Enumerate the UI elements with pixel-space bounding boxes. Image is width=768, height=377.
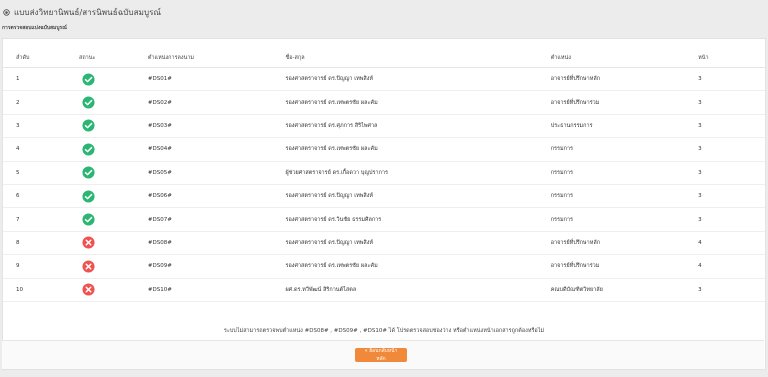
row-position: อาจารย์ที่ปรึกษาร่วม [550,90,699,115]
row-name: รองศาสตราจารย์ ดร.ปิญญา เทพสิงห์ [285,231,551,256]
check-circle-icon [82,143,95,156]
column-header-status: สถานะ [78,49,148,68]
row-position: ประธานกรรมการ [550,114,699,139]
row-number: 5 [3,161,79,185]
x-circle-icon [82,283,95,296]
check-circle-icon [82,119,95,133]
page-subtitle: การตรวจสอบแบ่งฉบับสมบูรณ์ [2,25,67,31]
table-row: 8 #DS08# รองศาสตราจารย์ ดร.ปิญญา เทพสิงห์อ… [3,231,765,256]
row-position: กรรมการ [550,137,699,162]
row-status [78,254,148,279]
row-status [78,207,148,232]
check-circle-icon [82,73,95,86]
row-number: 3 [3,114,79,139]
back-to-main-button[interactable]: « ย้อนกลับหน้าหลัก [355,348,407,362]
row-name: รองศาสตราจารย์ ดร.เทพตรชัย ผละคัม [285,254,551,279]
row-sign-position-code: #DS08# [147,231,286,256]
check-circle-icon [82,213,95,226]
table-row: 1 #DS01# รองศาสตราจารย์ ดร.ปิญญา เทพสิงห์อ… [3,67,765,92]
row-status [78,278,148,302]
row-sign-position-code: #DS01# [147,67,286,92]
table-row: 6 #DS06# รองศาสตราจารย์ ดร.ปิญญา เทพสิงห์ก… [3,184,765,209]
row-page: 3 [698,137,765,162]
missing-positions-note: ระบบไม่สามารถตรวจพบตำแหน่ง #DS08# , #DS0… [223,328,545,334]
check-circle-icon [82,166,95,179]
check-circle-icon [82,96,95,109]
row-sign-position-code: #DS02# [147,90,286,115]
column-header-name: ชื่อ-สกุล [285,49,551,68]
row-name: รองศาสตราจารย์ ดร.เทพตรชัย ผละคัม [285,137,551,162]
table-row: 7 #DS07# รองศาสตราจารย์ ดร.วินชัย ธรรมศิลก… [3,207,765,232]
row-status [78,67,148,92]
row-position: อาจารย์ที่ปรึกษาร่วม [550,254,699,279]
row-number: 9 [3,254,79,279]
row-status [78,137,148,162]
row-sign-position-code: #DS04# [147,137,286,162]
row-sign-position-code: #DS03# [147,114,286,139]
row-page: 4 [698,254,765,279]
x-circle-icon [82,260,95,273]
table-row: 5 #DS05# ผู้ช่วยศาสตราจารย์ ดร.เกื้อดวา บุ… [3,161,765,185]
row-status [78,231,148,256]
row-sign-position-code: #DS06# [147,184,286,209]
page-header: แบบส่งวิทยานิพนธ์/สารนิพนธ์ฉบับสมบูรณ์ ก… [0,0,768,36]
signature-check-card: ลำดับ สถานะ ตำแหน่งการลงนาม ชื่อ-สกุล ตำ… [2,38,766,370]
row-position: อาจารย์ที่ปรึกษาหลัก [550,231,699,256]
row-position: กรรมการ [550,207,699,232]
row-page: 3 [698,278,765,302]
table-row: 4 #DS04# รองศาสตราจารย์ ดร.เทพตรชัย ผละคัม… [3,137,765,162]
row-name: รองศาสตราจารย์ ดร.ปิญญา เทพสิงห์ [285,184,551,209]
table-header-row: ลำดับ สถานะ ตำแหน่งการลงนาม ชื่อ-สกุล ตำ… [3,49,765,68]
row-page: 3 [698,114,765,139]
table-row: 9 #DS09# รองศาสตราจารย์ ดร.เทพตรชัย ผละคัม… [3,254,765,279]
table-row: 10 #DS10# ผศ.ดร.ทวีพัฒน์ สิริกานต์ไสตล คณบด… [3,278,765,302]
page-title: แบบส่งวิทยานิพนธ์/สารนิพนธ์ฉบับสมบูรณ์ [14,8,162,17]
row-name: ผู้ช่วยศาสตราจารย์ ดร.เกื้อดวา บุญปราการ [285,161,551,185]
row-page: 4 [698,231,765,256]
row-sign-position-code: #DS07# [147,207,286,232]
row-status [78,90,148,115]
row-name: รองศาสตราจารย์ ดร.เทพตรชัย ผละคัม [285,90,551,115]
row-name: รองศาสตราจารย์ ดร.ปิญญา เทพสิงห์ [285,67,551,92]
row-name: รองศาสตราจารย์ ดร.วินชัย ธรรมศิลการ [285,207,551,232]
row-page: 3 [698,67,765,92]
row-page: 3 [698,90,765,115]
row-number: 7 [3,207,79,232]
row-position: กรรมการ [550,184,699,209]
row-name: รองศาสตราจารย์ ดร.ศุภการ สิริไพศาล [285,114,551,139]
row-sign-position-code: #DS09# [147,254,286,279]
table-body: 1 #DS01# รองศาสตราจารย์ ดร.ปิญญา เทพสิงห์อ… [3,67,765,302]
column-header-page: หน้า [698,49,765,68]
row-sign-position-code: #DS05# [147,161,286,185]
row-number: 8 [3,231,79,256]
column-header-sign-position: ตำแหน่งการลงนาม [147,49,286,68]
row-number: 1 [3,67,79,92]
row-position: คณบดีบัณฑิตวิทยาลัย [550,278,699,302]
table-row: 2 #DS02# รองศาสตราจารย์ ดร.เทพตรชัย ผละคัม… [3,90,765,115]
row-number: 4 [3,137,79,162]
signature-table: ลำดับ สถานะ ตำแหน่งการลงนาม ชื่อ-สกุล ตำ… [3,49,765,302]
row-status [78,161,148,185]
row-status [78,114,148,139]
row-page: 3 [698,207,765,232]
row-position: อาจารย์ที่ปรึกษาหลัก [550,67,699,92]
bottom-action-bar: « ย้อนกลับหน้าหลัก [2,340,764,369]
row-page: 3 [698,184,765,209]
table-row: 3 #DS03# รองศาสตราจารย์ ดร.ศุภการ สิริไพศา… [3,114,765,139]
row-page: 3 [698,161,765,185]
row-number: 10 [3,278,79,302]
row-position: กรรมการ [550,161,699,185]
row-name: ผศ.ดร.ทวีพัฒน์ สิริกานต์ไสตล [285,278,551,302]
row-status [78,184,148,209]
column-header-no: ลำดับ [3,49,79,68]
row-sign-position-code: #DS10# [147,278,286,302]
column-header-position: ตำแหน่ง [550,49,699,68]
row-number: 2 [3,90,79,115]
circle-bullet-icon [2,9,10,17]
title-row: แบบส่งวิทยานิพนธ์/สารนิพนธ์ฉบับสมบูรณ์ [2,6,161,19]
row-number: 6 [3,184,79,209]
x-circle-icon [82,236,95,249]
check-circle-icon [82,190,95,203]
